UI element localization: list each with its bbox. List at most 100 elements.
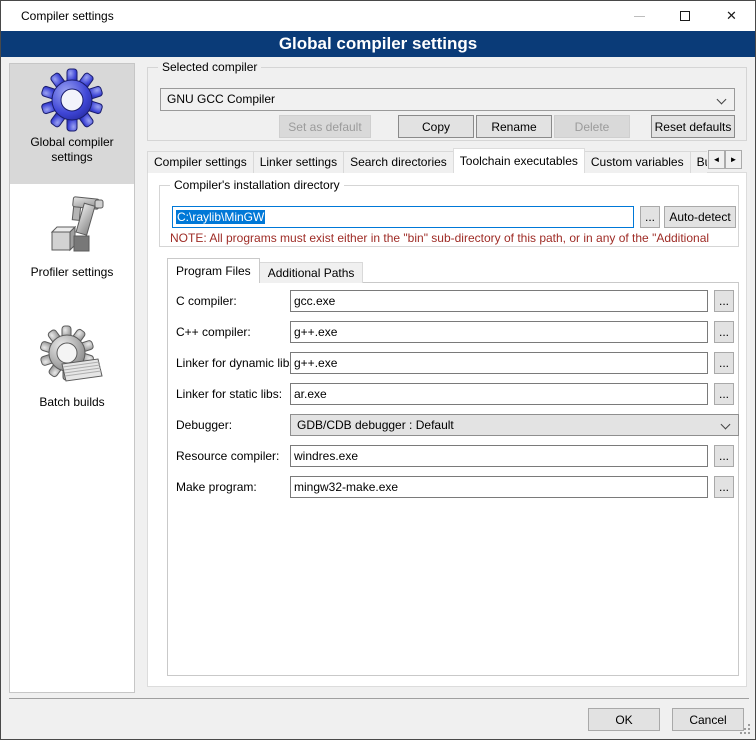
debugger-select[interactable]: GDB/CDB debugger : Default — [290, 414, 739, 436]
installation-directory-input[interactable]: C:\raylib\MinGW — [172, 206, 634, 228]
set-as-default-button[interactable]: Set as default — [279, 115, 371, 138]
rename-button[interactable]: Rename — [476, 115, 552, 138]
subtab-program-files[interactable]: Program Files — [167, 258, 260, 283]
minimize-button[interactable] — [616, 1, 662, 31]
set-as-default-label: Set as default — [288, 120, 361, 134]
arrow-right-icon: ► — [730, 155, 738, 164]
settings-tab-strip: Compiler settings Linker settings Search… — [147, 148, 707, 173]
cpp-compiler-input[interactable]: g++.exe — [290, 321, 708, 343]
maximize-button[interactable] — [662, 1, 708, 31]
installation-directory-group: Compiler's installation directory C:\ray… — [159, 185, 739, 247]
ellipsis-icon: ... — [719, 325, 729, 339]
static-linker-input[interactable]: ar.exe — [290, 383, 708, 405]
footer-divider — [9, 698, 749, 699]
debugger-label: Debugger: — [176, 414, 232, 436]
sidebar-item-label: Global compiler settings — [10, 135, 134, 165]
cancel-button[interactable]: Cancel — [672, 708, 744, 731]
tab-label: Compiler settings — [154, 155, 247, 169]
minimize-icon — [634, 16, 645, 17]
bin-directory-note: NOTE: All programs must exist either in … — [170, 231, 736, 245]
copy-label: Copy — [422, 120, 450, 134]
ellipsis-icon: ... — [645, 210, 655, 224]
sidebar-item-profiler-settings[interactable]: Profiler settings — [10, 192, 134, 292]
chevron-down-icon — [721, 420, 731, 430]
tab-compiler-settings[interactable]: Compiler settings — [147, 151, 254, 173]
tab-label: Linker settings — [260, 155, 337, 169]
make-program-label: Make program: — [176, 476, 257, 498]
tab-label: Toolchain executables — [460, 154, 578, 168]
dynamic-linker-browse-button[interactable]: ... — [714, 352, 734, 374]
resource-compiler-browse-button[interactable]: ... — [714, 445, 734, 467]
page-title: Global compiler settings — [279, 34, 477, 53]
cpp-compiler-browse-button[interactable]: ... — [714, 321, 734, 343]
cpp-compiler-label: C++ compiler: — [176, 321, 251, 343]
compiler-select[interactable]: GNU GCC Compiler — [160, 88, 735, 111]
ellipsis-icon: ... — [719, 480, 729, 494]
subtab-additional-paths[interactable]: Additional Paths — [259, 262, 364, 283]
sidebar-item-label: Profiler settings — [10, 265, 134, 280]
program-files-tab-strip: Program Files Additional Paths — [167, 258, 362, 283]
tab-label: Search directories — [350, 155, 447, 169]
make-program-input[interactable]: mingw32-make.exe — [290, 476, 708, 498]
reset-defaults-button[interactable]: Reset defaults — [651, 115, 735, 138]
tab-label: Build options — [697, 155, 707, 169]
tab-scroll-left-button[interactable]: ◄ — [708, 150, 725, 169]
copy-button[interactable]: Copy — [398, 115, 474, 138]
subtab-label: Program Files — [176, 264, 251, 278]
tab-build-options[interactable]: Build options — [690, 151, 707, 173]
tab-scroll-right-button[interactable]: ► — [725, 150, 742, 169]
sidebar-item-label: Batch builds — [10, 395, 134, 410]
delete-button[interactable]: Delete — [554, 115, 630, 138]
delete-label: Delete — [575, 120, 610, 134]
static-linker-browse-button[interactable]: ... — [714, 383, 734, 405]
static-linker-label: Linker for static libs: — [176, 383, 282, 405]
group-legend: Compiler's installation directory — [170, 178, 344, 192]
gear-blue-icon — [10, 68, 134, 135]
ellipsis-icon: ... — [719, 387, 729, 401]
group-legend: Selected compiler — [158, 60, 261, 74]
c-compiler-input[interactable]: gcc.exe — [290, 290, 708, 312]
field-value: gcc.exe — [294, 294, 335, 308]
field-value: g++.exe — [294, 325, 337, 339]
window-title: Compiler settings — [21, 9, 114, 23]
caliper-icon — [10, 196, 134, 265]
tab-linker-settings[interactable]: Linker settings — [253, 151, 344, 173]
auto-detect-label: Auto-detect — [669, 210, 730, 224]
selected-path-text: C:\raylib\MinGW — [176, 210, 265, 224]
tab-custom-variables[interactable]: Custom variables — [584, 151, 691, 173]
browse-directory-button[interactable]: ... — [640, 206, 660, 228]
ellipsis-icon: ... — [719, 356, 729, 370]
resource-compiler-input[interactable]: windres.exe — [290, 445, 708, 467]
close-button[interactable]: ✕ — [708, 1, 755, 31]
resource-compiler-label: Resource compiler: — [176, 445, 279, 467]
field-value: mingw32-make.exe — [294, 480, 398, 494]
tab-search-directories[interactable]: Search directories — [343, 151, 454, 173]
ok-button[interactable]: OK — [588, 708, 660, 731]
field-value: g++.exe — [294, 356, 337, 370]
resize-grip[interactable] — [740, 724, 751, 735]
c-compiler-browse-button[interactable]: ... — [714, 290, 734, 312]
maximize-icon — [680, 11, 690, 21]
ellipsis-icon: ... — [719, 449, 729, 463]
arrow-left-icon: ◄ — [713, 155, 721, 164]
program-files-panel: C compiler: gcc.exe ... C++ compiler: g+… — [167, 282, 739, 676]
settings-category-sidebar: Global compiler settings — [9, 63, 135, 693]
chevron-down-icon — [717, 95, 727, 105]
compiler-settings-dialog: Compiler settings ✕ Global compiler sett… — [0, 0, 756, 740]
ok-label: OK — [615, 713, 632, 727]
compiler-select-value: GNU GCC Compiler — [167, 92, 275, 106]
tab-label: Custom variables — [591, 155, 684, 169]
tab-toolchain-executables[interactable]: Toolchain executables — [453, 148, 585, 173]
dynamic-linker-label: Linker for dynamic libs: — [176, 352, 299, 374]
auto-detect-button[interactable]: Auto-detect — [664, 206, 736, 228]
make-program-browse-button[interactable]: ... — [714, 476, 734, 498]
subtab-label: Additional Paths — [268, 266, 355, 280]
reset-defaults-label: Reset defaults — [655, 120, 732, 134]
gear-stack-icon — [10, 324, 134, 395]
cancel-label: Cancel — [689, 713, 726, 727]
c-compiler-label: C compiler: — [176, 290, 237, 312]
sidebar-item-global-compiler-settings[interactable]: Global compiler settings — [10, 64, 134, 184]
sidebar-item-batch-builds[interactable]: Batch builds — [10, 320, 134, 424]
field-value: ar.exe — [294, 387, 327, 401]
dynamic-linker-input[interactable]: g++.exe — [290, 352, 708, 374]
